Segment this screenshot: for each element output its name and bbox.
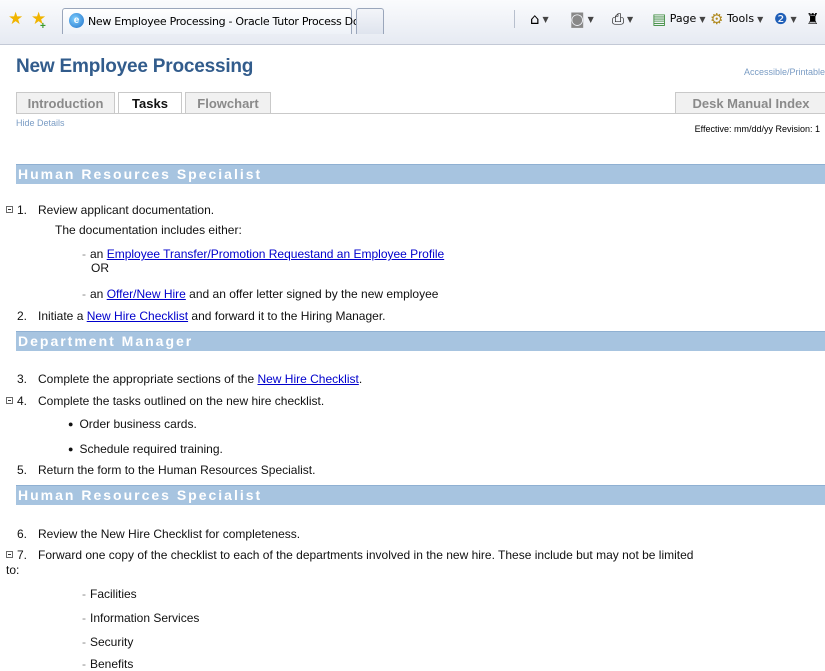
browser-command-bar: ★ ★ + e New Employee Processing - Oracle … bbox=[0, 0, 825, 45]
list-item: ● Schedule required training. bbox=[68, 442, 223, 456]
list-item-prefix: an bbox=[90, 247, 107, 261]
list-item: - an Offer/New Hire and an offer letter s… bbox=[82, 287, 438, 301]
list-item: - Information Services bbox=[82, 611, 199, 625]
tab-introduction[interactable]: Introduction bbox=[16, 92, 115, 114]
effective-revision: Effective: mm/dd/yy Revision: 1 bbox=[694, 124, 820, 134]
list-item: ● Order business cards. bbox=[68, 417, 197, 431]
list-item-suffix: and an offer letter signed by the new em… bbox=[185, 287, 439, 301]
dash-icon: - bbox=[82, 611, 86, 625]
tab-divider bbox=[16, 113, 825, 114]
list-item: - Security bbox=[82, 635, 133, 649]
tools-menu-button[interactable]: ⚙ Tools ▼ bbox=[710, 8, 763, 30]
step-text: Complete the appropriate sections of the… bbox=[38, 372, 362, 386]
ie-logo-icon: e bbox=[69, 13, 84, 28]
step-number: 3. bbox=[17, 372, 28, 386]
list-item-text: Schedule required training. bbox=[79, 442, 223, 456]
gear-icon: ⚙ bbox=[710, 10, 724, 28]
research-button[interactable]: ♜ bbox=[806, 8, 819, 30]
tab-tasks[interactable]: Tasks bbox=[118, 92, 182, 114]
step-detail-text: The documentation includes either: bbox=[55, 223, 242, 237]
role-header-hr-specialist: Human Resources Specialist bbox=[16, 485, 825, 505]
step-number: 4. bbox=[17, 394, 28, 408]
new-tab-button[interactable] bbox=[356, 8, 384, 34]
offer-new-hire-link[interactable]: Offer/New Hire bbox=[107, 287, 186, 301]
bullet-icon: ● bbox=[68, 419, 74, 429]
list-item-prefix: an bbox=[90, 287, 107, 301]
dash-icon: - bbox=[82, 247, 86, 261]
employee-transfer-link[interactable]: Employee Transfer/Promotion Requestand a… bbox=[107, 247, 445, 261]
home-button[interactable]: ⌂ ▼ bbox=[530, 8, 549, 30]
accessible-printable-link[interactable]: Accessible/Printable bbox=[744, 67, 825, 77]
list-item-text: Order business cards. bbox=[79, 417, 197, 431]
help-icon: ❷ bbox=[774, 10, 788, 28]
step-text-continued: to: bbox=[6, 563, 20, 577]
browser-tab-active[interactable]: e New Employee Processing - Oracle Tutor… bbox=[62, 8, 375, 34]
hide-details-link[interactable]: Hide Details bbox=[16, 118, 65, 128]
step-number: 6. bbox=[17, 527, 28, 541]
step-number: 1. bbox=[17, 203, 28, 217]
home-icon: ⌂ bbox=[530, 10, 540, 28]
step-text: Complete the tasks outlined on the new h… bbox=[38, 394, 325, 408]
step-text: Review applicant documentation. bbox=[38, 203, 215, 217]
page-menu-button[interactable]: ▤ Page ▼ bbox=[652, 8, 705, 30]
collapse-icon[interactable] bbox=[6, 206, 13, 213]
dash-icon: - bbox=[82, 587, 86, 601]
tools-menu-label: Tools bbox=[726, 12, 755, 25]
feeds-button[interactable]: ◙ ▼ bbox=[570, 8, 594, 30]
dash-icon: - bbox=[82, 635, 86, 649]
toolbar-separator bbox=[514, 10, 515, 28]
research-icon: ♜ bbox=[806, 10, 820, 28]
print-button[interactable]: ⎙ ▼ bbox=[612, 8, 633, 30]
step-suffix: . bbox=[358, 372, 363, 386]
step-text: Forward one copy of the checklist to eac… bbox=[38, 548, 694, 562]
collapse-icon[interactable] bbox=[6, 551, 13, 558]
role-header-department-manager: Department Manager bbox=[16, 331, 825, 351]
list-item-text: Security bbox=[90, 635, 134, 649]
page-menu-label: Page bbox=[669, 12, 697, 25]
add-favorites-icon[interactable]: ★ + bbox=[31, 10, 46, 32]
step-text: Review the New Hire Checklist for comple… bbox=[38, 527, 301, 541]
step-prefix: Initiate a bbox=[38, 309, 87, 323]
list-item-text: Information Services bbox=[90, 611, 200, 625]
page-icon: ▤ bbox=[652, 10, 667, 28]
step-number: 5. bbox=[17, 463, 28, 477]
printer-icon: ⎙ bbox=[612, 10, 625, 28]
step-number: 2. bbox=[17, 309, 28, 323]
list-item-text: Facilities bbox=[90, 587, 137, 601]
rss-feed-icon: ◙ bbox=[570, 10, 585, 28]
new-hire-checklist-link[interactable]: New Hire Checklist bbox=[87, 309, 188, 323]
collapse-icon[interactable] bbox=[6, 397, 13, 404]
page-title: New Employee Processing bbox=[16, 56, 254, 77]
step-number: 7. bbox=[17, 548, 28, 562]
desk-manual-index-tab[interactable]: Desk Manual Index bbox=[675, 92, 825, 114]
dash-icon: - bbox=[82, 287, 86, 301]
or-text: OR bbox=[91, 261, 109, 275]
step-prefix: Complete the appropriate sections of the bbox=[38, 372, 258, 386]
bullet-icon: ● bbox=[68, 444, 74, 454]
role-header-hr-specialist: Human Resources Specialist bbox=[16, 164, 825, 184]
list-item: - an Employee Transfer/Promotion Requesta… bbox=[82, 247, 444, 261]
favorites-star-icon[interactable]: ★ bbox=[8, 10, 23, 27]
step-text: Return the form to the Human Resources S… bbox=[38, 463, 316, 477]
step-suffix: and forward it to the Hiring Manager. bbox=[188, 309, 386, 323]
step-text: Initiate a New Hire Checklist and forwar… bbox=[38, 309, 386, 323]
help-button[interactable]: ❷ ▼ bbox=[774, 8, 797, 30]
browser-tab-title: New Employee Processing - Oracle Tutor P… bbox=[88, 15, 375, 28]
new-hire-checklist-link[interactable]: New Hire Checklist bbox=[257, 372, 358, 386]
list-item: - Facilities bbox=[82, 587, 137, 601]
tab-flowchart[interactable]: Flowchart bbox=[185, 92, 271, 114]
